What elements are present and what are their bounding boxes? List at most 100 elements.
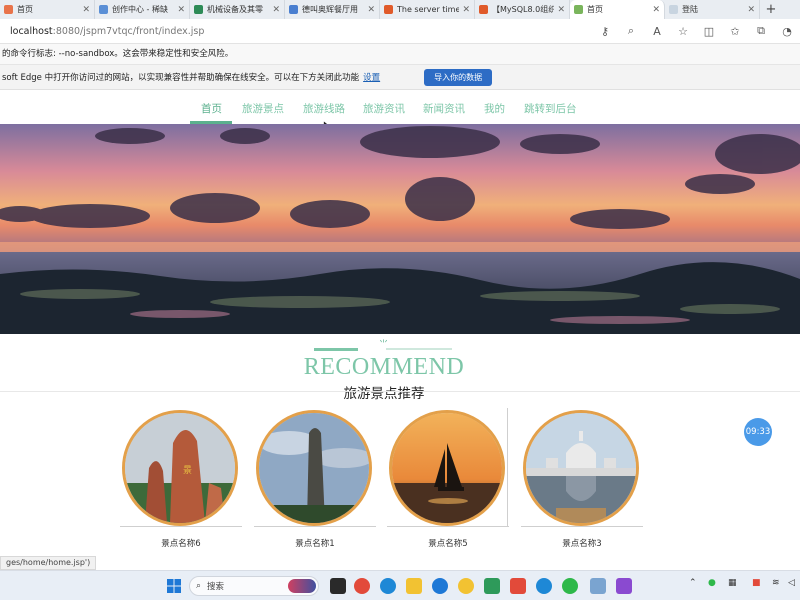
tray-notify-icon[interactable]: ■ [752,578,761,588]
nav-travel-info[interactable]: 旅游资讯 [363,101,405,116]
tab-close-icon[interactable]: ✕ [367,5,375,15]
nav-home[interactable]: 首页 [201,101,222,116]
browser-tab[interactable]: 登陆 ✕ [665,0,760,19]
new-tab-button[interactable]: + [760,0,782,19]
tab-close-icon[interactable]: ✕ [747,5,755,15]
app-green-icon[interactable] [484,578,500,594]
nav-news[interactable]: 新闻资讯 [423,101,465,116]
time-badge[interactable]: 09:33 [744,418,772,446]
wps-icon[interactable] [510,578,526,594]
card-underline [120,526,242,527]
taskbar-search[interactable]: ⌕ 搜索 [189,576,319,596]
tab-favicon-icon [669,5,678,14]
tab-close-icon[interactable]: ✕ [177,5,185,15]
profile-icon[interactable]: ◔ [778,22,796,40]
windows-start-icon[interactable] [167,579,181,593]
card-divider [507,408,508,526]
tab-label: 创作中心 - 稀缺 [112,5,168,14]
recommend-decor-icon: ⺌ [379,340,389,350]
tab-label: The server time [397,5,460,14]
recommend-decor-line [386,348,452,350]
browser-tab[interactable]: 机械设备及其零 ✕ [190,0,285,19]
status-url-tooltip: ges/home/home.jsp') [0,556,97,570]
tab-label: 登陆 [682,5,698,14]
sandbox-warning-text: 的命令行标志: --no-sandbox。这会带来稳定性和安全风险。 [2,49,234,59]
favorite-star-icon[interactable]: ☆ [674,22,692,40]
card-underline [521,526,643,527]
browser-tab-strip: 首页 ✕ 创作中心 - 稀缺 ✕ 机械设备及其零 ✕ 德叫奥辉餐厅用 ✕ The… [0,0,800,19]
url-path: :8080/jspm7vtqc/front/index.jsp [52,25,205,37]
settings-link[interactable]: 设置 [363,71,380,83]
task-view-icon[interactable] [330,578,346,594]
tab-close-icon[interactable]: ✕ [652,5,660,15]
tab-close-icon[interactable]: ✕ [557,5,565,15]
edge-icon[interactable] [380,578,396,594]
nav-scenic-spots[interactable]: 旅游景点 [242,101,284,116]
nav-my[interactable]: 我的 [484,101,505,116]
tray-app-icon[interactable]: ● [708,578,716,588]
import-data-button[interactable]: 导入你的数据 [424,68,493,86]
browser-tab[interactable]: 创作中心 - 稀缺 ✕ [95,0,190,19]
tab-close-icon[interactable]: ✕ [272,5,280,15]
edge-notice-text: soft Edge 中打开你访问过的网站，以实现兼容性并帮助确保在线安全。可以在… [2,73,360,83]
tab-label: 首页 [17,5,33,14]
svg-text:景: 景 [183,465,192,476]
spot-image-stone-pillar[interactable] [256,410,372,526]
spot-image-sailboat[interactable] [389,410,505,526]
tab-favicon-icon [574,5,583,14]
tab-favicon-icon [194,5,203,14]
browser-tab[interactable]: 德叫奥辉餐厅用 ✕ [285,0,380,19]
url-field[interactable]: localhost:8080/jspm7vtqc/front/index.jsp [10,26,592,37]
spot-caption[interactable]: 景点名称1 [254,537,376,549]
tray-chevron-icon[interactable]: ⌃ [689,578,697,588]
collections-icon[interactable]: ⧉ [752,22,770,40]
key-icon[interactable]: ⚷ [596,22,614,40]
tab-close-icon[interactable]: ✕ [462,5,470,15]
tab-favicon-icon [4,5,13,14]
read-aloud-icon[interactable]: A [648,22,666,40]
volume-icon[interactable]: ◁ [788,578,795,588]
spot-card[interactable]: 景 [120,410,242,527]
ie-icon[interactable] [432,578,448,594]
browser-tab[interactable]: 首页 ✕ [0,0,95,19]
browser-tab-active[interactable]: 首页 ✕ [570,0,665,19]
hero-banner-image [0,124,800,334]
tab-close-icon[interactable]: ✕ [82,5,90,15]
zoom-icon[interactable]: ⌕ [622,22,640,40]
browser-tab[interactable]: 【MySQL8.0组织 ✕ [475,0,570,19]
edge-notice-bar: soft Edge 中打开你访问过的网站，以实现兼容性并帮助确保在线安全。可以在… [0,65,800,90]
spot-card[interactable] [521,410,643,527]
taskbar-search-placeholder: 搜索 [207,582,225,592]
sandbox-warning-bar: 的命令行标志: --no-sandbox。这会带来稳定性和安全风险。 [0,44,800,65]
spot-card[interactable] [387,410,509,527]
nav-travel-routes[interactable]: 旅游线路 [303,101,345,116]
spot-image-white-palace[interactable] [523,410,639,526]
spot-caption[interactable]: 景点名称5 [387,537,509,549]
spot-image-red-rock[interactable]: 景 [122,410,238,526]
browser-tab[interactable]: The server time ✕ [380,0,475,19]
wifi-icon[interactable]: ≋ [772,578,780,588]
app-blue-icon[interactable] [536,578,552,594]
spot-caption[interactable]: 景点名称6 [120,537,242,549]
tab-label: 【MySQL8.0组织 [492,5,555,14]
tab-label: 首页 [587,5,603,14]
windows-taskbar: ⌕ 搜索 ⌃ ● ▦ ■ ≋ ◁ [0,570,800,600]
tray-keyboard-icon[interactable]: ▦ [728,578,737,588]
chrome-icon[interactable] [354,578,370,594]
tab-label: 德叫奥辉餐厅用 [302,5,358,14]
search-highlight-icon [288,579,316,593]
photos-icon[interactable] [590,578,606,594]
nav-admin[interactable]: 跳转到后台 [524,101,577,116]
app-yellow-icon[interactable] [458,578,474,594]
recommend-title: RECOMMEND [303,354,465,380]
section-divider [0,391,800,392]
tab-label: 机械设备及其零 [207,5,263,14]
split-screen-icon[interactable]: ◫ [700,22,718,40]
file-explorer-icon[interactable] [406,578,422,594]
spot-caption[interactable]: 景点名称3 [521,537,643,549]
favorites-icon[interactable]: ✩ [726,22,744,40]
card-underline [254,526,376,527]
intellij-icon[interactable] [616,578,632,594]
spot-card[interactable] [254,410,376,527]
wechat-icon[interactable] [562,578,578,594]
